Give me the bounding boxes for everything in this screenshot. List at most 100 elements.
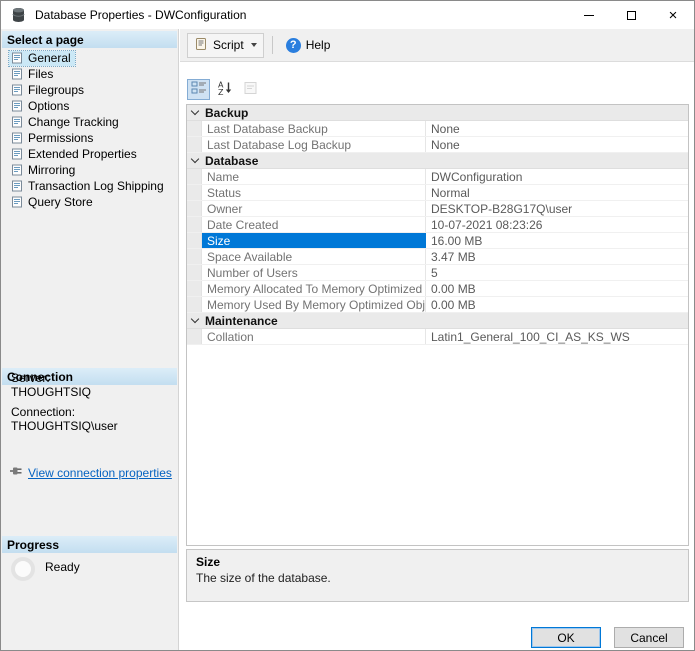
sidebar-item-files[interactable]: Files [1, 66, 178, 82]
grid-gutter [187, 169, 202, 184]
titlebar: Database Properties - DWConfiguration × [1, 1, 694, 29]
connection-label: Connection: [11, 405, 75, 419]
sidebar-item-label: Change Tracking [28, 115, 119, 129]
grid-category-backup[interactable]: Backup [187, 105, 688, 121]
property-grid-rows: BackupLast Database BackupNoneLast Datab… [187, 105, 688, 345]
sidebar-item-label: Files [28, 67, 53, 81]
property-grid-toolbar: A Z [187, 79, 262, 100]
property-value[interactable]: 0.00 MB [426, 281, 688, 296]
connection-properties-icon [9, 465, 23, 480]
ok-button[interactable]: OK [531, 627, 601, 648]
grid-gutter [187, 249, 202, 264]
property-row[interactable]: Space Available3.47 MB [187, 249, 688, 265]
property-label[interactable]: Size [202, 233, 426, 248]
page-icon [11, 164, 23, 176]
sidebar-item-permissions[interactable]: Permissions [1, 130, 178, 146]
property-label[interactable]: Status [202, 185, 426, 200]
property-label[interactable]: Number of Users [202, 265, 426, 280]
grid-gutter [187, 233, 202, 248]
property-value[interactable]: DWConfiguration [426, 169, 688, 184]
property-value[interactable]: Normal [426, 185, 688, 200]
property-row[interactable]: Date Created10-07-2021 08:23:26 [187, 217, 688, 233]
property-value[interactable]: None [426, 121, 688, 136]
grid-gutter [187, 217, 202, 232]
property-label[interactable]: Owner [202, 201, 426, 216]
alphabetical-sort-button[interactable]: A Z [213, 79, 236, 100]
property-row[interactable]: Memory Used By Memory Optimized Objects0… [187, 297, 688, 313]
grid-gutter [187, 281, 202, 296]
page-icon [11, 100, 23, 112]
script-toolbar: Script ? Help [180, 29, 694, 62]
sidebar-item-label: Transaction Log Shipping [28, 179, 164, 193]
property-row[interactable]: Number of Users5 [187, 265, 688, 281]
sidebar-item-general[interactable]: General [1, 50, 178, 66]
help-icon: ? [286, 38, 301, 53]
property-label[interactable]: Name [202, 169, 426, 184]
grid-gutter [187, 297, 202, 312]
page-icon [11, 116, 23, 128]
grid-category-label: Database [205, 154, 258, 168]
property-value[interactable]: 5 [426, 265, 688, 280]
sidebar: Select a page GeneralFilesFilegroupsOpti… [1, 29, 179, 650]
page-icon [11, 132, 23, 144]
script-icon [194, 37, 208, 54]
property-value[interactable]: 10-07-2021 08:23:26 [426, 217, 688, 232]
property-label[interactable]: Memory Allocated To Memory Optimized Obj… [202, 281, 426, 296]
script-button[interactable]: Script [187, 33, 264, 58]
sidebar-item-change-tracking[interactable]: Change Tracking [1, 114, 178, 130]
sidebar-item-label: Mirroring [28, 163, 75, 177]
property-value[interactable]: 0.00 MB [426, 297, 688, 312]
page-icon [11, 148, 23, 160]
grid-category-database[interactable]: Database [187, 153, 688, 169]
property-value[interactable]: 3.47 MB [426, 249, 688, 264]
categorized-button[interactable] [187, 79, 210, 100]
property-label[interactable]: Date Created [202, 217, 426, 232]
sidebar-item-mirroring[interactable]: Mirroring [1, 162, 178, 178]
property-row[interactable]: Memory Allocated To Memory Optimized Obj… [187, 281, 688, 297]
property-value[interactable]: 16.00 MB [426, 233, 688, 248]
progress-header: Progress [2, 536, 177, 553]
progress-status-row: Ready [11, 557, 80, 581]
property-label[interactable]: Last Database Backup [202, 121, 426, 136]
maximize-button[interactable] [610, 1, 652, 29]
page-icon [11, 52, 23, 64]
sidebar-item-label: Filegroups [28, 83, 84, 97]
property-label[interactable]: Memory Used By Memory Optimized Objects [202, 297, 426, 312]
server-value: THOUGHTSIQ [11, 385, 91, 399]
sidebar-item-label: General [28, 51, 71, 65]
property-row[interactable]: OwnerDESKTOP-B28G17Q\user [187, 201, 688, 217]
cancel-button[interactable]: Cancel [614, 627, 684, 648]
categorized-icon [191, 80, 207, 99]
grid-category-maintenance[interactable]: Maintenance [187, 313, 688, 329]
property-row[interactable]: CollationLatin1_General_100_CI_AS_KS_WS [187, 329, 688, 345]
progress-spinner-icon [11, 557, 35, 581]
property-value[interactable]: DESKTOP-B28G17Q\user [426, 201, 688, 216]
view-connection-properties-link[interactable]: View connection properties [28, 466, 172, 480]
property-value[interactable]: Latin1_General_100_CI_AS_KS_WS [426, 329, 688, 344]
sidebar-item-query-store[interactable]: Query Store [1, 194, 178, 210]
property-value[interactable]: None [426, 137, 688, 152]
sidebar-item-options[interactable]: Options [1, 98, 178, 114]
property-description-panel: Size The size of the database. [186, 549, 689, 602]
property-row[interactable]: Size16.00 MB [187, 233, 688, 249]
property-row[interactable]: NameDWConfiguration [187, 169, 688, 185]
sidebar-item-filegroups[interactable]: Filegroups [1, 82, 178, 98]
page-icon [11, 84, 23, 96]
property-label[interactable]: Last Database Log Backup [202, 137, 426, 152]
collapse-chevron-icon [191, 315, 199, 323]
grid-gutter [187, 329, 202, 344]
property-label[interactable]: Collation [202, 329, 426, 344]
close-button[interactable]: × [652, 1, 694, 29]
database-icon [11, 7, 26, 23]
property-row[interactable]: Last Database BackupNone [187, 121, 688, 137]
help-button[interactable]: ? Help [281, 35, 336, 56]
grid-category-label: Maintenance [205, 314, 278, 328]
sidebar-item-transaction-log-shipping[interactable]: Transaction Log Shipping [1, 178, 178, 194]
property-row[interactable]: Last Database Log BackupNone [187, 137, 688, 153]
minimize-button[interactable] [568, 1, 610, 29]
property-label[interactable]: Space Available [202, 249, 426, 264]
script-button-label: Script [213, 38, 244, 52]
sidebar-item-extended-properties[interactable]: Extended Properties [1, 146, 178, 162]
grid-gutter [187, 137, 202, 152]
property-row[interactable]: StatusNormal [187, 185, 688, 201]
